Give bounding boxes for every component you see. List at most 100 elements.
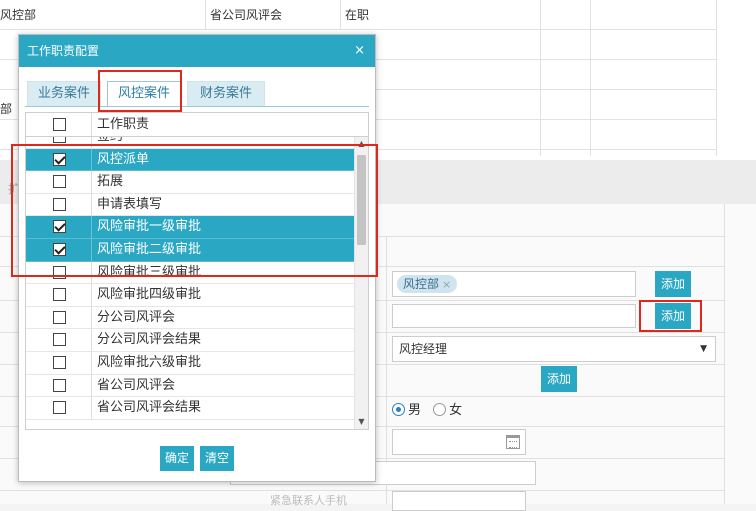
form-column-divider	[724, 204, 725, 504]
column-divider	[540, 0, 541, 156]
add-dept-button[interactable]: 添加	[655, 271, 691, 297]
dept-tag-input[interactable]: 风控部 ×	[392, 271, 636, 297]
row-checkbox[interactable]	[53, 401, 66, 415]
duty-label: 风控派单	[97, 151, 150, 167]
review-cell: 省公司风评会	[205, 0, 282, 30]
duty-row[interactable]: 申请表填写	[26, 193, 354, 217]
row-checkbox[interactable]	[53, 265, 66, 279]
emergency-contact-label: 紧急联系人手机	[270, 494, 347, 507]
row-checkbox-cell	[26, 239, 92, 261]
duty-row[interactable]: 拓展	[26, 171, 354, 194]
row-checkbox-cell	[26, 171, 92, 193]
status-cell: 在职	[340, 0, 369, 30]
duty-row[interactable]: 风控派单	[26, 148, 354, 172]
duty-row[interactable]: 风险审批一级审批	[26, 216, 354, 239]
duty-row[interactable]: 签约	[26, 137, 354, 149]
row-checkbox[interactable]	[53, 175, 66, 189]
row-checkbox-cell	[26, 397, 92, 419]
duty-row[interactable]: 风险审批二级审批	[26, 239, 354, 262]
duty-input[interactable]	[392, 304, 636, 328]
clear-button[interactable]: 清空	[200, 446, 234, 471]
tab-business-case[interactable]: 业务案件	[27, 81, 101, 107]
dept-tag: 风控部 ×	[397, 275, 458, 293]
row-checkbox[interactable]	[53, 152, 66, 166]
row-checkbox[interactable]	[53, 378, 66, 392]
duty-label: 风险审批六级审批	[97, 355, 202, 370]
tab-risk-case[interactable]: 风控案件	[107, 81, 181, 107]
row-checkbox[interactable]	[53, 310, 66, 324]
scroll-down-icon[interactable]: ▼	[355, 415, 368, 429]
dialog-title: 工作职责配置	[27, 44, 100, 58]
duty-row[interactable]: 分公司风评会结果	[26, 329, 354, 352]
row-checkbox[interactable]	[53, 288, 66, 302]
position-select[interactable]: 风控经理 ▼	[392, 336, 716, 362]
duty-rows: 签约风控派单拓展申请表填写风险审批一级审批风险审批二级审批风险审批三级审批风险审…	[26, 137, 354, 429]
duty-row[interactable]: 分公司风评会	[26, 306, 354, 330]
row-checkbox-cell	[26, 137, 92, 148]
tag-remove-icon[interactable]: ×	[442, 278, 451, 291]
column-divider	[590, 0, 591, 156]
duty-column-header: 工作职责	[97, 117, 150, 132]
row-checkbox-cell	[26, 374, 92, 397]
date-input[interactable]	[392, 429, 526, 455]
duty-config-dialog: 工作职责配置 × 业务案件 风控案件 财务案件 工作职责 签约风控派单拓展申请表…	[18, 34, 376, 482]
dialog-footer: 确定 清空	[19, 433, 375, 481]
duty-label: 省公司风评会结果	[97, 400, 202, 416]
table-row: 风控部 省公司风评会 在职	[0, 0, 716, 30]
row-checkbox-cell	[26, 352, 92, 374]
dept-cell: 风控部	[0, 8, 37, 22]
tab-underline	[25, 106, 369, 107]
duty-label: 分公司风评会	[97, 309, 176, 325]
row-checkbox[interactable]	[53, 333, 66, 347]
row-checkbox[interactable]	[53, 137, 66, 143]
scroll-up-icon[interactable]: ▲	[355, 137, 368, 151]
gender-radio-group: 男 女	[392, 401, 462, 421]
row-checkbox-cell	[26, 306, 92, 329]
grid-scrollbar[interactable]: ▲ ▼	[354, 137, 368, 429]
row-checkbox-cell	[26, 193, 92, 216]
caret-down-icon: ▼	[700, 344, 707, 354]
duty-label: 省公司风评会	[97, 377, 176, 393]
row-checkbox-cell	[26, 329, 92, 351]
female-label: 女	[449, 403, 463, 418]
scroll-thumb[interactable]	[357, 155, 366, 245]
duty-label: 风险审批四级审批	[97, 287, 202, 303]
row-checkbox[interactable]	[53, 243, 66, 256]
duty-label: 申请表填写	[97, 196, 163, 212]
male-label: 男	[408, 403, 422, 418]
duty-row[interactable]: 风险审批四级审批	[26, 284, 354, 307]
female-radio[interactable]	[433, 403, 447, 416]
confirm-button[interactable]: 确定	[160, 446, 194, 471]
male-radio[interactable]	[392, 403, 405, 416]
form-divider	[0, 490, 724, 491]
select-all-checkbox[interactable]	[53, 118, 66, 131]
column-divider	[716, 0, 717, 156]
row-checkbox[interactable]	[53, 220, 66, 234]
duty-grid: 工作职责 签约风控派单拓展申请表填写风险审批一级审批风险审批二级审批风险审批三级…	[25, 112, 369, 430]
position-select-value: 风控经理	[399, 342, 448, 356]
row-checkbox-cell	[26, 284, 92, 306]
duty-row[interactable]: 风险审批六级审批	[26, 352, 354, 375]
duty-label: 拓展	[97, 174, 124, 190]
calendar-icon[interactable]	[506, 435, 520, 449]
duty-row[interactable]: 省公司风评会结果	[26, 397, 354, 420]
tab-finance-case[interactable]: 财务案件	[187, 81, 265, 107]
duty-label: 风险审批一级审批	[97, 219, 202, 235]
duty-label: 分公司风评会结果	[97, 332, 202, 348]
duty-row[interactable]: 省公司风评会	[26, 374, 354, 398]
duty-row[interactable]: 风险审批三级审批	[26, 261, 354, 285]
dept-tag-label: 风控部	[403, 277, 440, 291]
row-checkbox[interactable]	[53, 197, 66, 211]
row-checkbox-cell	[26, 261, 92, 284]
emergency-contact-input[interactable]	[392, 491, 526, 511]
row-checkbox-cell	[26, 148, 92, 171]
row-checkbox-cell	[26, 216, 92, 238]
add-duty-button[interactable]: 添加	[655, 303, 691, 329]
add-button[interactable]: 添加	[541, 366, 577, 392]
dialog-header: 工作职责配置 ×	[19, 35, 375, 67]
row-checkbox[interactable]	[53, 356, 66, 369]
duty-label: 风险审批三级审批	[97, 264, 202, 280]
close-icon[interactable]: ×	[354, 35, 365, 67]
grid-header: 工作职责	[26, 113, 368, 137]
duty-label: 风险审批二级审批	[97, 242, 202, 257]
